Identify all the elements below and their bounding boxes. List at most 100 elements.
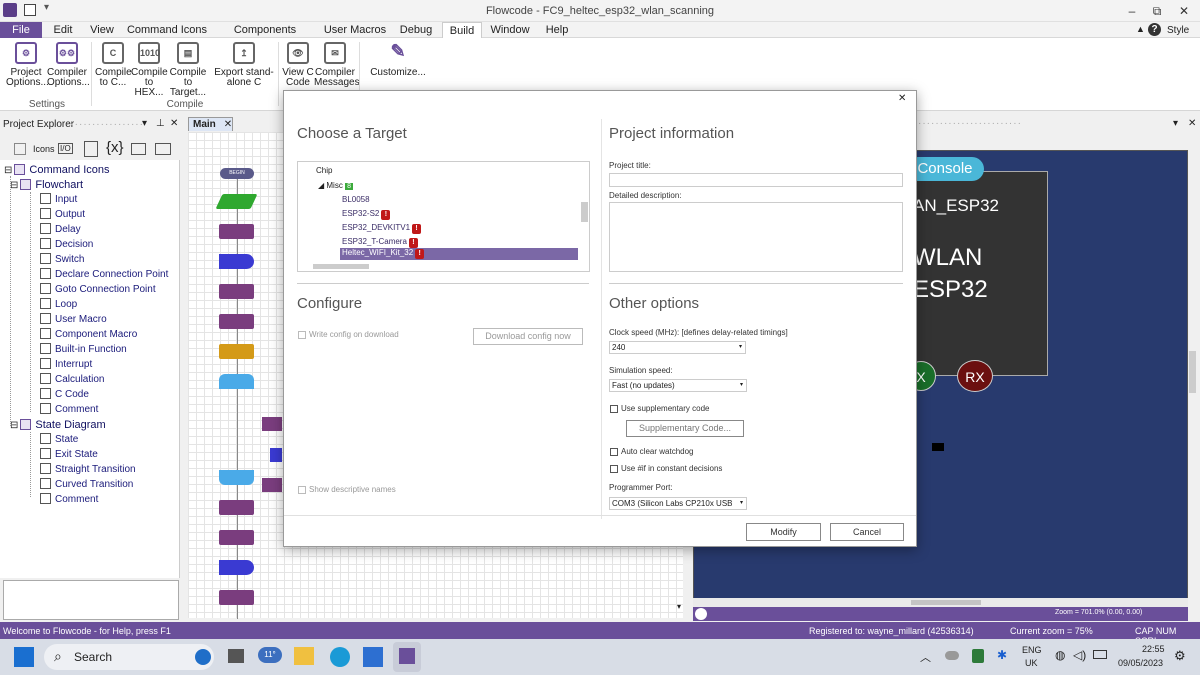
menu-components-libraries[interactable]: Components Libraries [216,22,314,52]
tree-item[interactable]: Input [40,193,77,207]
tab-main[interactable]: Main ✕ [188,117,233,131]
tree-item[interactable]: Comment [40,403,98,417]
tree-item[interactable]: Curved Transition [40,478,133,492]
compile-to-c-button[interactable]: C Compile to C... [95,42,132,92]
simulation-speed-combo[interactable]: Fast (no updates) ▾ [609,379,747,392]
store-icon[interactable] [363,647,383,667]
target-heltec-wifi-kit-32[interactable]: Heltec_WIFI_Kit_32! [340,248,578,260]
project-title-input[interactable] [609,173,903,187]
notification-icon[interactable]: ⚙ [1174,648,1186,664]
target-esp32-devkitv1[interactable]: ESP32_DEVKITV1! [342,223,422,234]
customize-button[interactable]: ✎ Customize... [370,42,426,92]
tree-node-misc[interactable]: ◢ Misc 8 [318,181,353,190]
scroll-down-icon[interactable]: ▾ [677,602,681,611]
icons-tab-label[interactable]: Icons [33,144,55,154]
collapse-icon[interactable]: ⊟ [10,420,18,431]
flowchart-component-macro-block[interactable] [219,500,254,515]
battery-icon[interactable] [1093,650,1107,659]
tree-item[interactable]: Declare Connection Point [40,268,168,282]
onedrive-icon[interactable] [945,651,959,660]
tray-chevron-icon[interactable]: ︿ [920,649,931,665]
tree-item[interactable]: State [40,433,78,447]
menu-file[interactable]: File [0,22,42,38]
cancel-button[interactable]: Cancel [830,523,904,541]
flowchart-component-macro-block[interactable] [219,590,254,605]
menu-debug[interactable]: Debug [396,22,436,38]
tree-item[interactable]: Exit State [40,448,98,462]
task-view-icon[interactable] [228,649,244,663]
windows-start-icon[interactable] [14,647,34,667]
macros-icon[interactable] [131,143,146,155]
target-esp32-s2[interactable]: ESP32-S2! [342,209,391,220]
view-c-code-button[interactable]: 👁 View C Code [282,42,314,92]
io-icon[interactable]: I/O [58,143,73,154]
tree-item[interactable]: Comment [40,493,98,507]
scroll-thumb[interactable] [911,600,981,605]
flowchart-loop-block[interactable] [219,374,254,389]
tree-item[interactable]: Component Macro [40,328,137,342]
use-supplementary-checkbox[interactable] [610,405,618,413]
target-esp32-t-camera[interactable]: ESP32_T-Camera! [342,237,418,248]
bing-icon[interactable] [195,649,211,665]
security-icon[interactable] [972,649,984,663]
edge-icon[interactable] [330,647,350,667]
dropdown-icon[interactable]: ▾ [1173,118,1178,129]
tree-item[interactable]: Goto Connection Point [40,283,156,297]
style-menu[interactable]: Style [1167,25,1189,36]
compile-to-hex-button[interactable]: 1010 Compile to HEX... [131,42,168,98]
console-button[interactable]: Console [906,157,984,181]
flowchart-output-block[interactable] [215,194,258,209]
sim-scrollbar[interactable] [1189,351,1196,393]
collapse-icon[interactable]: ⊟ [4,165,12,176]
flowcode-taskbar-button[interactable] [393,642,421,672]
file-explorer-icon[interactable] [294,647,314,665]
network-icon[interactable]: ◍ [1055,648,1065,662]
collapse-ribbon-icon[interactable]: ▲ [1136,24,1145,34]
compile-to-target-button[interactable]: ▤ Compile to Target... [167,42,209,98]
tree-item[interactable]: Output [40,208,85,222]
tree-item[interactable]: ⊟ State Diagram [10,418,106,432]
dialog-close-button[interactable]: ✕ [898,93,906,104]
programmer-port-combo[interactable]: COM3 (Silicon Labs CP210x USB ▾ [609,497,747,510]
close-button[interactable]: ✕ [1170,2,1198,20]
sim-horizontal-scrollbar[interactable] [693,598,1188,607]
flowchart-component-macro-block[interactable] [219,224,254,239]
menu-edit[interactable]: Edit [48,22,78,38]
tree-hscrollbar[interactable] [313,264,369,269]
tree-scrollbar[interactable] [581,202,588,222]
rx-led[interactable]: RX [957,360,993,392]
components-icon[interactable] [155,143,171,155]
tree-item[interactable]: C Code [40,388,89,402]
tree-item[interactable]: Calculation [40,373,104,387]
icons-view-icon[interactable] [14,143,26,155]
tree-item[interactable]: Built-in Function [40,343,127,357]
menu-view[interactable]: View [86,22,118,38]
menu-build[interactable]: Build [442,22,482,38]
minimize-button[interactable]: – [1118,2,1146,20]
write-config-checkbox[interactable] [298,331,306,339]
clock-time[interactable]: 22:55 [1142,644,1165,654]
language-en[interactable]: ENG [1022,645,1042,655]
tree-item[interactable]: Delay [40,223,81,237]
zoom-icon[interactable] [695,608,707,620]
flowchart-component-macro-block[interactable] [262,478,282,492]
tree-item[interactable]: Loop [40,298,77,312]
menu-window[interactable]: Window [488,22,532,38]
panel-close-icon[interactable]: ✕ [1188,118,1196,129]
compiler-messages-button[interactable]: ✉ Compiler Messages [314,42,360,92]
flowchart-component-macro-block[interactable] [262,417,282,431]
flowchart-loop-end-block[interactable] [219,470,254,485]
project-options-button[interactable]: ⚙ Project Options... [6,42,49,92]
tree-item[interactable]: User Macro [40,313,107,327]
tree-node-chip[interactable]: Chip [316,166,332,175]
flowchart-calculation-block[interactable] [219,344,254,359]
variables-icon[interactable]: {x} [106,139,124,156]
flowchart-component-macro-block[interactable] [219,284,254,299]
flowchart-delay-block[interactable] [270,448,282,462]
flowchart-component-macro-block[interactable] [219,530,254,545]
tree-item[interactable]: Straight Transition [40,463,136,477]
ports-icon[interactable] [84,141,98,157]
flowchart-delay-block[interactable] [219,560,254,575]
heltec-esp32-board[interactable]: AN_ESP32 WLAN ESP32 [906,171,1048,376]
clock-date[interactable]: 09/05/2023 [1118,658,1163,668]
